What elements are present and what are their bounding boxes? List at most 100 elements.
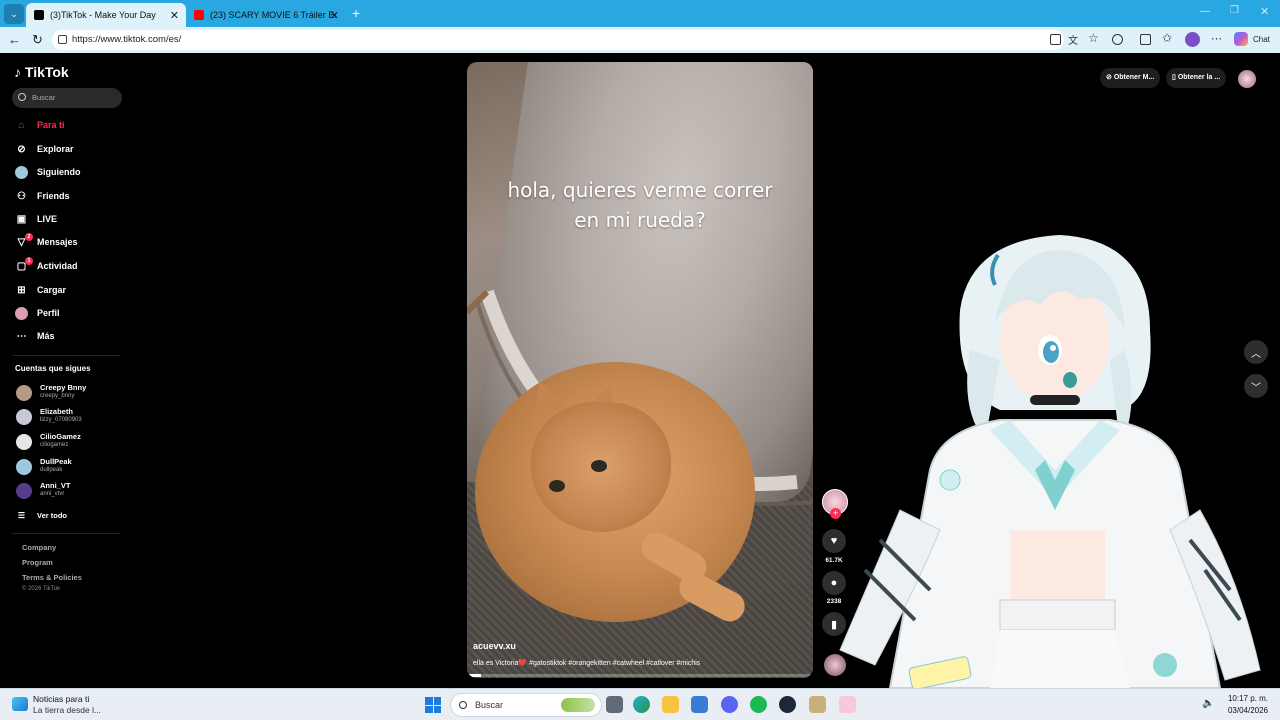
video-progress-bar[interactable] xyxy=(467,674,813,677)
volume-icon[interactable]: 🔈 xyxy=(1202,698,1214,709)
footer-link[interactable]: Company xyxy=(22,543,56,552)
nav-friends[interactable]: ⚇ Friends xyxy=(15,188,70,204)
nav-mas[interactable]: ⋯ Más xyxy=(15,328,55,344)
spotify-icon[interactable] xyxy=(750,696,767,713)
chat-label[interactable]: Chat xyxy=(1253,35,1270,44)
new-tab-icon[interactable]: + xyxy=(352,5,360,21)
get-app-button[interactable]: ▯ Obtener la ... xyxy=(1166,68,1227,88)
friends-icon: ⚇ xyxy=(17,190,26,202)
video-caption-line1: hola, quieres verme correr xyxy=(507,178,773,202)
tiktok-logo[interactable]: ♪ TikTok xyxy=(14,64,69,80)
tab-label: (3)TikTok - Make Your Day xyxy=(50,10,156,20)
task-view-icon[interactable] xyxy=(606,696,623,713)
nav-actividad[interactable]: ▢ 1 Actividad xyxy=(15,256,78,274)
clock-time[interactable]: 10:17 p. m. xyxy=(1228,694,1268,703)
profile-avatar-icon xyxy=(15,306,28,320)
close-window-icon[interactable]: ✕ xyxy=(1260,5,1269,18)
account-name: Elizabeth xyxy=(40,407,73,416)
video-player[interactable]: hola, quieres verme correr en mi rueda? … xyxy=(467,62,813,678)
nav-label: Mensajes xyxy=(37,237,78,247)
refresh-icon[interactable]: ↻ xyxy=(32,32,43,48)
tab-youtube[interactable]: (23) SCARY MOVIE 6 Tráiler Españ ✕ xyxy=(186,3,346,27)
back-icon[interactable]: ← xyxy=(8,32,21,47)
get-app-label: Obtener la ... xyxy=(1177,74,1221,81)
site-info-icon[interactable] xyxy=(58,35,67,44)
sidebar-divider xyxy=(12,355,120,356)
nav-explorar[interactable]: ⊘ Explorar xyxy=(15,141,74,157)
following-avatar-icon xyxy=(15,165,28,179)
footer-link[interactable]: Terms & Policies xyxy=(22,573,82,582)
tab-tiktok[interactable]: (3)TikTok - Make Your Day ✕ xyxy=(26,3,186,27)
messages-icon: ▽ 2 xyxy=(15,232,33,249)
tab-label: (23) SCARY MOVIE 6 Tráiler Españ xyxy=(210,10,336,20)
compass-icon: ⊘ xyxy=(17,143,26,155)
favorite-star-icon[interactable]: ☆ xyxy=(1088,31,1099,45)
translate-icon[interactable]: 文 xyxy=(1068,32,1078,47)
nav-label: Perfil xyxy=(37,308,60,318)
steam-icon[interactable] xyxy=(779,696,796,713)
more-icon: ⋯ xyxy=(16,330,27,342)
nav-cargar[interactable]: ⊞ Cargar xyxy=(15,282,66,298)
close-tab-icon[interactable]: ✕ xyxy=(330,9,339,22)
nav-live[interactable]: ▣ LIVE xyxy=(15,211,57,227)
more-menu-icon[interactable]: ⋯ xyxy=(1211,32,1222,45)
account-avatar xyxy=(16,409,32,425)
url-text: https://www.tiktok.com/es/ xyxy=(72,34,182,45)
account-name: DullPeak xyxy=(40,457,72,466)
split-screen-icon[interactable] xyxy=(1140,34,1151,45)
search-icon xyxy=(18,93,26,101)
taskbar-search-label: Buscar xyxy=(475,700,504,710)
account-avatar xyxy=(16,385,32,401)
taskbar-search[interactable]: Buscar xyxy=(450,693,602,717)
nav-perfil[interactable]: Perfil xyxy=(15,305,60,321)
url-input[interactable]: https://www.tiktok.com/es/ xyxy=(52,30,1064,50)
restore-icon[interactable]: ❐ xyxy=(1230,5,1239,16)
app-icon[interactable] xyxy=(839,696,856,713)
account-avatar xyxy=(16,434,32,450)
account-name: Anni_VT xyxy=(40,481,71,490)
discord-icon[interactable] xyxy=(721,696,738,713)
account-name: Creepy Bnny xyxy=(40,383,87,392)
app-available-icon[interactable] xyxy=(1050,34,1061,45)
copilot-icon[interactable] xyxy=(1234,32,1248,46)
weather-news-icon[interactable] xyxy=(12,697,28,711)
close-tab-icon[interactable]: ✕ xyxy=(170,9,179,22)
see-all-label: Ver todo xyxy=(37,510,68,520)
favorites-icon[interactable]: ✩ xyxy=(1162,31,1172,45)
account-handle: lizzy_07080903 xyxy=(40,417,82,423)
nav-label: Siguiendo xyxy=(37,167,81,177)
user-avatar[interactable] xyxy=(1238,70,1256,88)
windows-start-icon[interactable] xyxy=(425,697,441,713)
search-icon xyxy=(459,701,467,709)
edge-icon[interactable] xyxy=(633,696,650,713)
extensions-icon[interactable] xyxy=(1112,34,1123,45)
get-coins-label: Obtener M... xyxy=(1113,74,1155,81)
minimize-icon[interactable]: — xyxy=(1200,6,1210,17)
messages-badge: 2 xyxy=(25,232,33,241)
video-username[interactable]: acuevv.xu xyxy=(473,641,516,651)
clock-date[interactable]: 03/04/2026 xyxy=(1228,706,1268,715)
activity-icon: ▢ 1 xyxy=(15,256,33,273)
nav-label: Explorar xyxy=(37,144,74,154)
nav-siguiendo[interactable]: Siguiendo xyxy=(15,164,81,180)
cat-eye xyxy=(549,480,565,492)
copyright: © 2026 TikTok xyxy=(22,586,61,592)
nav-para-ti[interactable]: ⌂ Para ti xyxy=(15,117,64,133)
see-all-link[interactable]: ☰ Ver todo xyxy=(15,507,67,523)
footer-link[interactable]: Program xyxy=(22,558,53,567)
nav-mensajes[interactable]: ▽ 2 Mensajes xyxy=(15,232,78,250)
list-icon: ☰ xyxy=(17,510,26,520)
profile-avatar-icon[interactable] xyxy=(1185,32,1200,47)
youtube-favicon-icon xyxy=(194,10,204,20)
tab-menu-button[interactable]: ⌄ xyxy=(4,4,24,24)
activity-badge: 1 xyxy=(25,256,33,265)
app-icon[interactable] xyxy=(809,696,826,713)
store-icon[interactable] xyxy=(691,696,708,713)
file-explorer-icon[interactable] xyxy=(662,696,679,713)
coin-icon: ⊘ xyxy=(1106,74,1112,81)
video-progress-fill xyxy=(467,674,481,677)
news-widget-title[interactable]: Noticias para ti xyxy=(33,694,89,704)
search-input[interactable]: Buscar xyxy=(12,88,122,108)
nav-label: Actividad xyxy=(37,261,78,271)
get-coins-button[interactable]: ⊘ Obtener M... xyxy=(1100,68,1161,88)
